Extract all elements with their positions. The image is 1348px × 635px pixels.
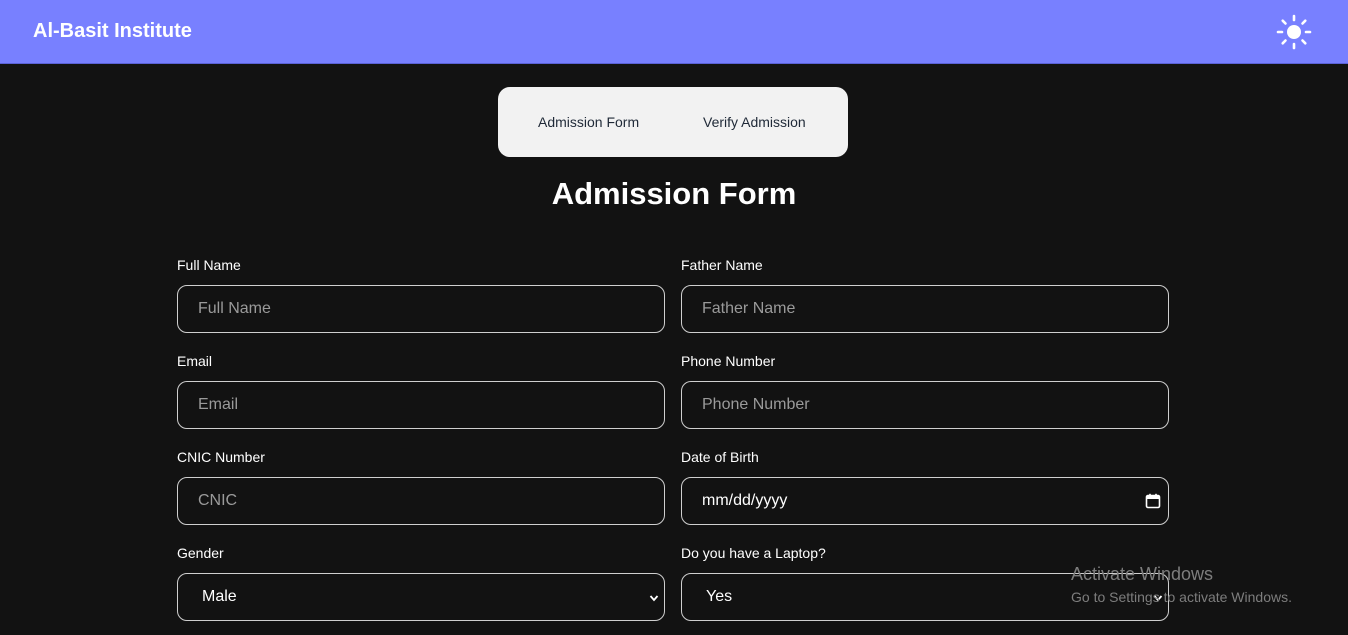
- gender-select[interactable]: Male: [177, 573, 665, 621]
- laptop-label: Do you have a Laptop?: [681, 545, 826, 561]
- dob-field[interactable]: mm/dd/yyyy: [681, 477, 1169, 525]
- tab-verify-admission[interactable]: Verify Admission: [703, 114, 806, 130]
- full-name-field[interactable]: [177, 285, 665, 333]
- activate-windows-title: Activate Windows: [1071, 564, 1214, 584]
- full-name-input[interactable]: [178, 286, 664, 332]
- phone-label: Phone Number: [681, 353, 776, 369]
- chevron-down-icon: [648, 591, 660, 603]
- cnic-label: CNIC Number: [177, 449, 265, 465]
- page-title: Admission Form: [551, 176, 797, 211]
- father-name-field[interactable]: [681, 285, 1169, 333]
- full-name-label: Full Name: [177, 257, 241, 273]
- email-label: Email: [177, 353, 213, 369]
- dob-value: mm/dd/yyyy: [702, 492, 788, 509]
- form-tabs: Admission Form Verify Admission: [498, 87, 848, 157]
- activate-windows-subtitle: Go to Settings to activate Windows.: [1071, 589, 1292, 605]
- laptop-value: Yes: [706, 588, 733, 605]
- father-name-label: Father Name: [681, 257, 763, 273]
- dob-label: Date of Birth: [681, 449, 759, 465]
- phone-field[interactable]: [681, 381, 1169, 429]
- sun-icon[interactable]: [1276, 14, 1312, 50]
- tab-admission-form[interactable]: Admission Form: [538, 114, 639, 130]
- phone-input[interactable]: [682, 382, 1168, 428]
- cnic-input[interactable]: [178, 478, 664, 524]
- email-field[interactable]: [177, 381, 665, 429]
- brand-title[interactable]: Al-Basit Institute: [33, 20, 192, 43]
- gender-value: Male: [202, 588, 237, 605]
- gender-label: Gender: [177, 545, 224, 561]
- top-navbar: Al-Basit Institute: [0, 0, 1348, 64]
- calendar-icon[interactable]: [1145, 493, 1161, 509]
- father-name-input[interactable]: [682, 286, 1168, 332]
- cnic-field[interactable]: [177, 477, 665, 525]
- email-input[interactable]: [178, 382, 664, 428]
